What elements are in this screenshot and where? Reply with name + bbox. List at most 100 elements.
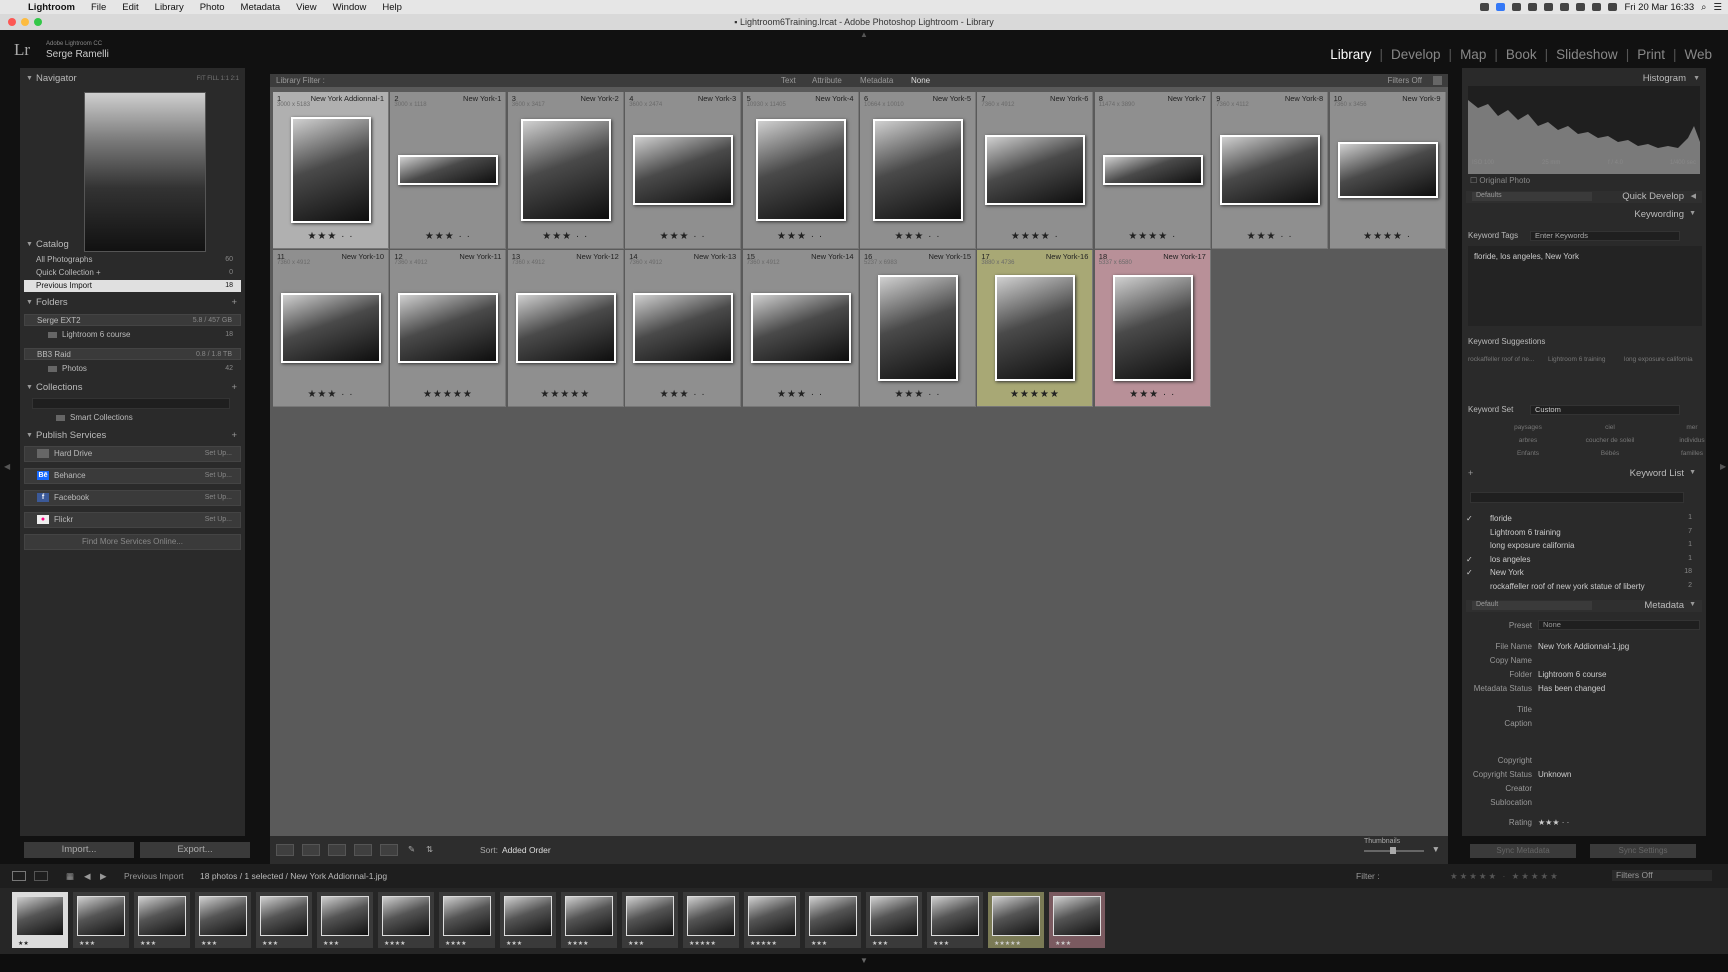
cell-star-rating[interactable]: ★★★★ · bbox=[1095, 231, 1210, 242]
filmstrip-thumbnail[interactable]: ★★★ bbox=[805, 892, 861, 948]
service-setup-link[interactable]: Set Up... bbox=[205, 513, 232, 527]
add-folder-icon[interactable]: + bbox=[231, 296, 237, 310]
cell-star-rating[interactable]: ★★★ · · bbox=[625, 389, 740, 400]
service-setup-link[interactable]: Set Up... bbox=[205, 447, 232, 461]
photo-thumbnail[interactable] bbox=[1102, 155, 1203, 185]
metadata-header[interactable]: Default Metadata ▼ bbox=[1466, 600, 1702, 612]
filmstrip-thumbnail[interactable]: ★★★ bbox=[317, 892, 373, 948]
keyword-tags-textarea[interactable]: floride, los angeles, New York bbox=[1468, 246, 1702, 326]
smart-collections[interactable]: Smart Collections bbox=[24, 412, 241, 424]
filmstrip-thumbnail[interactable]: ★★★★★ bbox=[988, 892, 1044, 948]
metadata-preset-dropdown[interactable]: None bbox=[1538, 620, 1700, 630]
photo-thumbnail[interactable] bbox=[398, 155, 499, 185]
filmstrip-thumbnail[interactable]: ★★★ bbox=[866, 892, 922, 948]
spotlight-icon[interactable]: ⌕ bbox=[1701, 2, 1706, 13]
grid-cell[interactable]: 8 New York-7 11474 x 3890 ★★★★ · bbox=[1094, 92, 1211, 249]
filmstrip-thumbnail[interactable]: ★★★ bbox=[1049, 892, 1105, 948]
keyword-checkmark-icon[interactable]: ✓ bbox=[1466, 555, 1473, 564]
sync-settings-button[interactable]: Sync Settings bbox=[1590, 844, 1696, 858]
menu-library[interactable]: Library bbox=[147, 2, 192, 13]
back-arrow-icon[interactable]: ◀ bbox=[84, 864, 91, 888]
cell-star-rating[interactable]: ★★★ · · bbox=[860, 231, 975, 242]
left-panel-toggle-icon[interactable]: ◀ bbox=[4, 462, 10, 471]
menu-metadata[interactable]: Metadata bbox=[233, 2, 289, 13]
cell-star-rating[interactable]: ★★★ · · bbox=[390, 231, 505, 242]
folder-photos[interactable]: Photos 42 bbox=[24, 363, 241, 375]
menu-photo[interactable]: Photo bbox=[192, 2, 233, 13]
cell-star-rating[interactable]: ★★★★ · bbox=[1330, 231, 1445, 242]
export-button[interactable]: Export... bbox=[140, 842, 250, 858]
histogram[interactable]: ISO 100 25 mm f / 4.0 1/400 sec bbox=[1468, 86, 1700, 174]
filmstrip-rating-filter[interactable]: ★★★★★ · ★★★★★ bbox=[1450, 864, 1560, 888]
catalog-item-previous-import[interactable]: Previous Import 18 bbox=[24, 280, 241, 292]
grid-icon[interactable]: ▦ bbox=[66, 864, 74, 888]
grid-cell[interactable]: 14 New York-13 7360 x 4912 ★★★ · · bbox=[625, 250, 742, 407]
thumbnail-size-slider-handle[interactable] bbox=[1390, 847, 1396, 854]
filmstrip-thumbnail[interactable]: ★★★ bbox=[195, 892, 251, 948]
filter-none[interactable]: None bbox=[911, 74, 930, 87]
keyword-set-dropdown[interactable]: Custom bbox=[1530, 405, 1680, 415]
metadata-view-dropdown[interactable]: Default bbox=[1472, 601, 1592, 610]
navigator-zoom-options[interactable]: FIT FILL 1:1 2:1 bbox=[197, 72, 239, 86]
people-view-button[interactable] bbox=[380, 844, 398, 856]
tray-icon[interactable] bbox=[1480, 3, 1490, 11]
clock[interactable]: Fri 20 Mar 16:33 bbox=[1624, 2, 1694, 13]
primary-window-icon[interactable] bbox=[12, 871, 26, 881]
cell-star-rating[interactable]: ★★★★★ bbox=[390, 389, 505, 400]
catalog-item-all-photographs[interactable]: All Photographs 60 bbox=[24, 254, 241, 266]
cell-star-rating[interactable]: ★★★★★ bbox=[508, 389, 623, 400]
photo-thumbnail[interactable] bbox=[291, 117, 371, 223]
filter-text[interactable]: Text bbox=[781, 74, 796, 87]
filmstrip-thumbnail[interactable]: ★★★★★ bbox=[744, 892, 800, 948]
menu-view[interactable]: View bbox=[288, 2, 324, 13]
filmstrip-source[interactable]: Previous Import bbox=[124, 864, 184, 888]
grid-cell[interactable]: 16 New York-15 5237 x 6983 ★★★ · · bbox=[860, 250, 976, 407]
add-publish-service-icon[interactable]: + bbox=[231, 429, 237, 443]
grid-cell[interactable]: 12 New York-11 7360 x 4912 ★★★★★ bbox=[390, 250, 507, 407]
grid-cell[interactable]: 2 New York-1 3000 x 1118 ★★★ · · bbox=[390, 92, 507, 249]
photo-thumbnail[interactable] bbox=[398, 293, 499, 363]
filter-lock-icon[interactable] bbox=[1433, 76, 1442, 85]
grid-cell[interactable]: 4 New York-3 3600 x 2474 ★★★ · · bbox=[625, 92, 742, 249]
collections-header[interactable]: ▼ Collections + bbox=[20, 381, 245, 395]
keyword-list-item[interactable]: Lightroom 6 training bbox=[1490, 528, 1561, 537]
photo-thumbnail[interactable] bbox=[281, 293, 381, 363]
keyword-checkmark-icon[interactable]: ✓ bbox=[1466, 514, 1473, 523]
grid-view-button[interactable] bbox=[276, 844, 294, 856]
keyword-set-item[interactable]: mer bbox=[1654, 424, 1728, 431]
photo-thumbnail[interactable] bbox=[878, 275, 958, 381]
keyword-tags-dropdown[interactable]: Enter Keywords bbox=[1530, 231, 1680, 241]
filmstrip-thumbnail[interactable]: ★★★ bbox=[927, 892, 983, 948]
grid-cell[interactable]: 7 New York-6 7360 x 4912 ★★★★ · bbox=[977, 92, 1094, 249]
photo-thumbnail[interactable] bbox=[985, 135, 1086, 205]
photo-thumbnail[interactable] bbox=[750, 293, 851, 363]
filmstrip-thumbnail[interactable]: ★★★ bbox=[134, 892, 190, 948]
filmstrip-filters-dropdown[interactable]: Filters Off bbox=[1612, 870, 1712, 881]
keyword-set-item[interactable]: arbres bbox=[1490, 437, 1566, 444]
module-library[interactable]: Library bbox=[1322, 47, 1379, 62]
zoom-window-button[interactable] bbox=[34, 18, 42, 26]
quick-develop-header[interactable]: Defaults Quick Develop ◀ bbox=[1466, 191, 1702, 203]
menu-window[interactable]: Window bbox=[325, 2, 375, 13]
metadata-value[interactable]: ★★★ · · bbox=[1538, 818, 1569, 827]
volume-serge-ext2[interactable]: Serge EXT2 5.8 / 457 GB bbox=[24, 314, 241, 326]
keyword-list-header[interactable]: + Keyword List ▼ bbox=[1466, 468, 1702, 480]
histogram-header[interactable]: Histogram ▼ bbox=[1462, 72, 1706, 86]
grid-cell[interactable]: 9 New York-8 7360 x 4112 ★★★ · · bbox=[1212, 92, 1329, 249]
survey-view-button[interactable] bbox=[354, 844, 372, 856]
keyword-checkmark-icon[interactable]: ✓ bbox=[1466, 568, 1473, 577]
photo-thumbnail[interactable] bbox=[1220, 135, 1321, 205]
service-setup-link[interactable]: Set Up... bbox=[205, 491, 232, 505]
collection-filter-input[interactable] bbox=[32, 398, 230, 409]
folder-lightroom-6-course[interactable]: Lightroom 6 course 18 bbox=[24, 329, 241, 341]
right-panel-toggle-icon[interactable]: ▶ bbox=[1720, 462, 1726, 471]
cell-star-rating[interactable]: ★★★ · · bbox=[743, 389, 858, 400]
module-web[interactable]: Web bbox=[1676, 47, 1720, 62]
keyword-set-item[interactable]: coucher de soleil bbox=[1572, 437, 1648, 444]
photo-thumbnail[interactable] bbox=[1112, 275, 1193, 381]
cell-star-rating[interactable]: ★★★ · · bbox=[860, 389, 975, 400]
filmstrip-thumbnail[interactable]: ★★★ bbox=[256, 892, 312, 948]
keyword-suggestion[interactable]: rockaffeller roof of ne... bbox=[1468, 356, 1534, 363]
module-map[interactable]: Map bbox=[1452, 47, 1494, 62]
metadata-value[interactable]: New York Addionnal-1.jpg bbox=[1538, 642, 1629, 651]
